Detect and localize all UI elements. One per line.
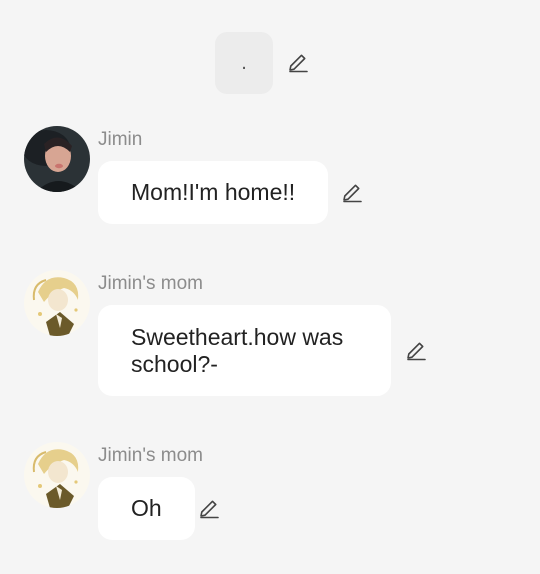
edit-message-button[interactable] xyxy=(196,495,222,521)
message-text: Oh xyxy=(131,495,162,521)
message-bubble[interactable]: Mom!I'm home!! xyxy=(98,161,329,224)
avatar-jimin[interactable] xyxy=(24,126,90,192)
message-bubble[interactable]: Sweetheart.how was school?- xyxy=(98,305,391,396)
avatar-jimins-mom[interactable] xyxy=(24,270,90,336)
avatar-image xyxy=(24,126,90,192)
chat-screen: . Jimin Mom!I'm home!! Jimin's mom Sweet… xyxy=(0,0,540,574)
pencil-icon xyxy=(343,184,362,203)
avatar-jimins-mom[interactable] xyxy=(24,442,90,508)
edit-narration-button[interactable] xyxy=(285,49,311,75)
message-bubble[interactable]: Oh xyxy=(98,477,195,540)
message-text: Mom!I'm home!! xyxy=(131,179,296,205)
pencil-icon xyxy=(289,54,308,73)
sender-name: Jimin's mom xyxy=(98,273,203,294)
avatar-image xyxy=(24,442,90,508)
edit-message-button[interactable] xyxy=(339,179,365,205)
narration-bubble[interactable]: . xyxy=(215,32,273,94)
sender-name: Jimin xyxy=(98,129,143,150)
pencil-icon xyxy=(200,500,219,519)
pencil-icon xyxy=(407,342,426,361)
message-text: Sweetheart.how was school?- xyxy=(131,323,344,377)
sender-name: Jimin's mom xyxy=(98,445,203,466)
avatar-image xyxy=(24,270,90,336)
edit-message-button[interactable] xyxy=(403,337,429,363)
narration-text: . xyxy=(241,51,247,74)
